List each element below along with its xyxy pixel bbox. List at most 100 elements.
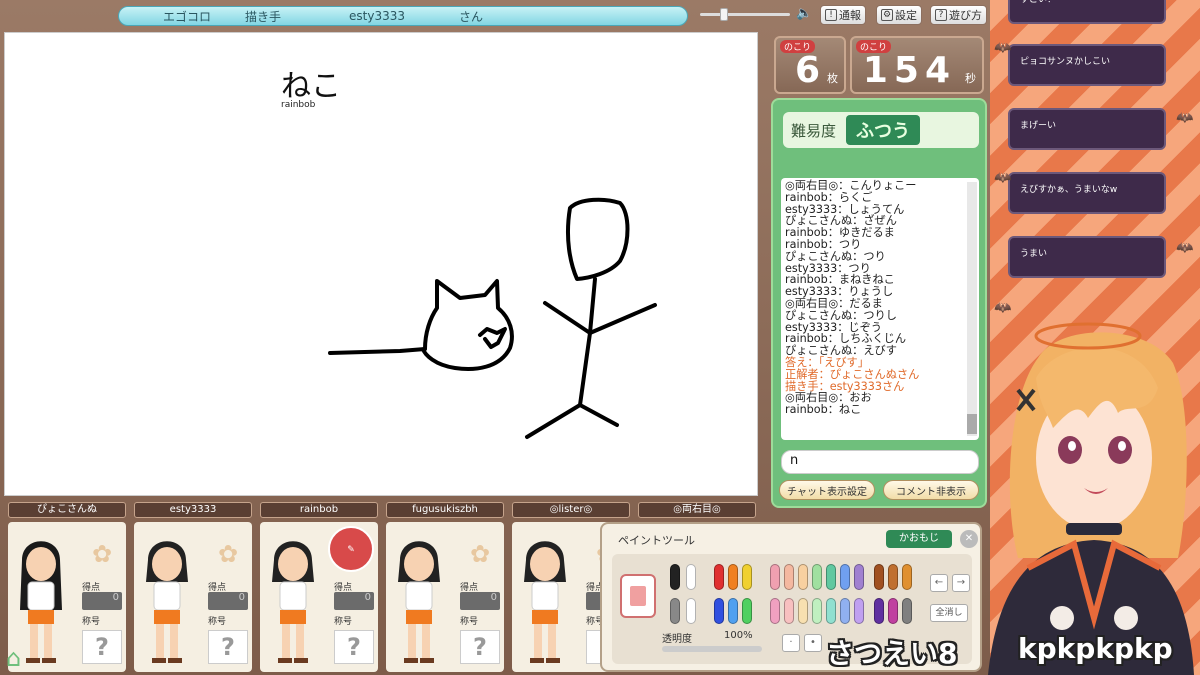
color-swatch[interactable]	[874, 598, 884, 624]
flower-icon: ✿	[91, 540, 113, 568]
color-swatch[interactable]	[728, 564, 738, 590]
chat-display-settings-button[interactable]: チャット表示設定	[779, 480, 875, 500]
stick-body-stroke	[578, 277, 597, 407]
color-swatch[interactable]	[784, 564, 794, 590]
opacity-slider[interactable]	[662, 646, 762, 652]
chat-scroll-thumb[interactable]	[967, 414, 977, 434]
chat-message: rainbob：つり	[785, 237, 862, 251]
settings-label: 設定	[895, 9, 917, 22]
color-swatch[interactable]	[854, 598, 864, 624]
drawer-suffix: さん	[459, 9, 484, 24]
color-swatch[interactable]	[888, 564, 898, 590]
color-swatch[interactable]	[812, 564, 822, 590]
color-swatch[interactable]	[770, 564, 780, 590]
howto-button[interactable]: ? 遊び方	[930, 5, 987, 25]
avatar-collar	[1066, 523, 1122, 535]
color-swatch[interactable]	[784, 598, 794, 624]
player-card[interactable]: fugusukiszbh ✿ 得点 0 称号?	[386, 502, 504, 672]
avatar-pompom	[1050, 606, 1074, 630]
remaining-time-panel: のこり 154 秒	[850, 36, 984, 94]
color-swatch[interactable]	[840, 598, 850, 624]
redo-arrow-icon[interactable]: →	[952, 574, 970, 592]
color-swatch[interactable]	[854, 564, 864, 590]
player-card[interactable]: rainbob ✎ 得点 0 称号?	[260, 502, 378, 672]
cat-mouth-stroke	[478, 327, 507, 349]
color-swatch[interactable]	[770, 598, 780, 624]
chat-message: ぴょこさんぬ：つり	[785, 249, 886, 263]
title-bar: エゴコロ 描き手 esty3333 さん	[118, 6, 688, 26]
chat-message: 正解者：ぴょこさんぬさん	[785, 367, 920, 381]
report-button[interactable]: ! 通報	[820, 5, 866, 25]
bat-icon: 🦇	[1176, 240, 1194, 256]
undo-arrow-icon[interactable]: ←	[930, 574, 948, 592]
color-swatch[interactable]	[902, 598, 912, 624]
player-name: ぴょこさんぬ	[8, 502, 126, 518]
title-label: 称号	[334, 617, 353, 627]
difficulty-label: 難易度	[791, 121, 837, 140]
sketch-drawing	[328, 197, 657, 439]
stick-head-stroke	[566, 197, 630, 281]
color-swatch[interactable]	[888, 598, 898, 624]
avatar-right-eye-highlight	[1118, 441, 1126, 451]
color-swatch[interactable]	[714, 598, 724, 624]
viewer-comment: うまい	[1008, 236, 1166, 278]
title-label: 称号	[208, 617, 227, 627]
volume-track[interactable]	[700, 13, 790, 16]
chat-input[interactable]: n	[781, 450, 979, 474]
player-card[interactable]: esty3333 ✿ 得点 0 称号?	[134, 502, 252, 672]
color-swatch[interactable]	[728, 598, 738, 624]
speaker-icon[interactable]: 🔈	[796, 6, 812, 22]
viewer-comment: えびすかぁ、うまいなw	[1008, 172, 1166, 214]
score-value: 0	[334, 592, 374, 610]
game-window: エゴコロ 描き手 esty3333 さん 🔈 ! 通報 ⚙ 設定 ? 遊び方 ね…	[0, 0, 990, 675]
title-label: 称号	[82, 617, 101, 627]
settings-button[interactable]: ⚙ 設定	[876, 5, 922, 25]
color-swatch[interactable]	[874, 564, 884, 590]
chat-message: ぴょこさんぬ：つりし	[785, 308, 897, 322]
volume-slider-knob[interactable]	[720, 8, 728, 21]
drawing-canvas[interactable]: ねこ rainbob	[4, 32, 758, 496]
color-swatch[interactable]	[670, 598, 680, 624]
color-swatch[interactable]	[826, 564, 836, 590]
color-swatch[interactable]	[840, 564, 850, 590]
chat-scrollbar[interactable]	[967, 182, 977, 436]
opacity-value: 100%	[724, 630, 753, 641]
vtuber-avatar	[988, 322, 1194, 675]
clear-all-button[interactable]: 全消し	[930, 604, 968, 622]
color-swatch[interactable]	[686, 564, 696, 590]
help-icon: ?	[935, 9, 947, 21]
hide-comments-button[interactable]: コメント非表示	[883, 480, 979, 500]
player-name: rainbob	[260, 502, 378, 518]
pen-size-medium-icon[interactable]: •	[804, 634, 822, 652]
chat-log[interactable]: ◎両右目◎：こんりょこー rainbob：らくご esty3333：しょうてん ぴょこ…	[781, 178, 979, 440]
home-icon[interactable]: ⌂	[6, 644, 34, 672]
close-icon[interactable]: ✕	[960, 530, 978, 548]
pen-size-small-icon[interactable]: ·	[782, 634, 800, 652]
viewer-comment: すごい！	[1008, 0, 1166, 24]
remaining-cards-value: 6	[794, 50, 820, 91]
bat-icon: 🦇	[1176, 110, 1194, 126]
player-avatar	[272, 541, 314, 663]
kaomoji-button[interactable]: かおもじ	[886, 530, 952, 548]
color-swatch[interactable]	[798, 564, 808, 590]
player-card-body: ✎ 得点 0 称号?	[260, 522, 378, 672]
color-swatch[interactable]	[798, 598, 808, 624]
caption-right: kpkpkpkp	[1018, 632, 1173, 665]
bucket-icon[interactable]	[620, 574, 656, 618]
chat-panel: 難易度 ふつう ◎両右目◎：こんりょこー rainbob：らくご esty3333：…	[771, 98, 987, 508]
color-swatch[interactable]	[812, 598, 822, 624]
stick-arms-stroke	[543, 301, 657, 335]
color-swatch[interactable]	[742, 598, 752, 624]
color-swatch[interactable]	[826, 598, 836, 624]
difficulty-value: ふつう	[846, 115, 921, 145]
painter-badge-icon: ✎	[328, 526, 374, 572]
color-swatch[interactable]	[670, 564, 680, 590]
player-card-body: ✿得点0称号?	[386, 522, 504, 672]
difficulty-box: 難易度 ふつう	[783, 112, 979, 148]
opacity-label: 透明度	[662, 634, 692, 645]
color-swatch[interactable]	[714, 564, 724, 590]
color-swatch[interactable]	[742, 564, 752, 590]
color-swatch[interactable]	[686, 598, 696, 624]
color-swatch[interactable]	[902, 564, 912, 590]
cat-head-stroke	[328, 279, 514, 371]
